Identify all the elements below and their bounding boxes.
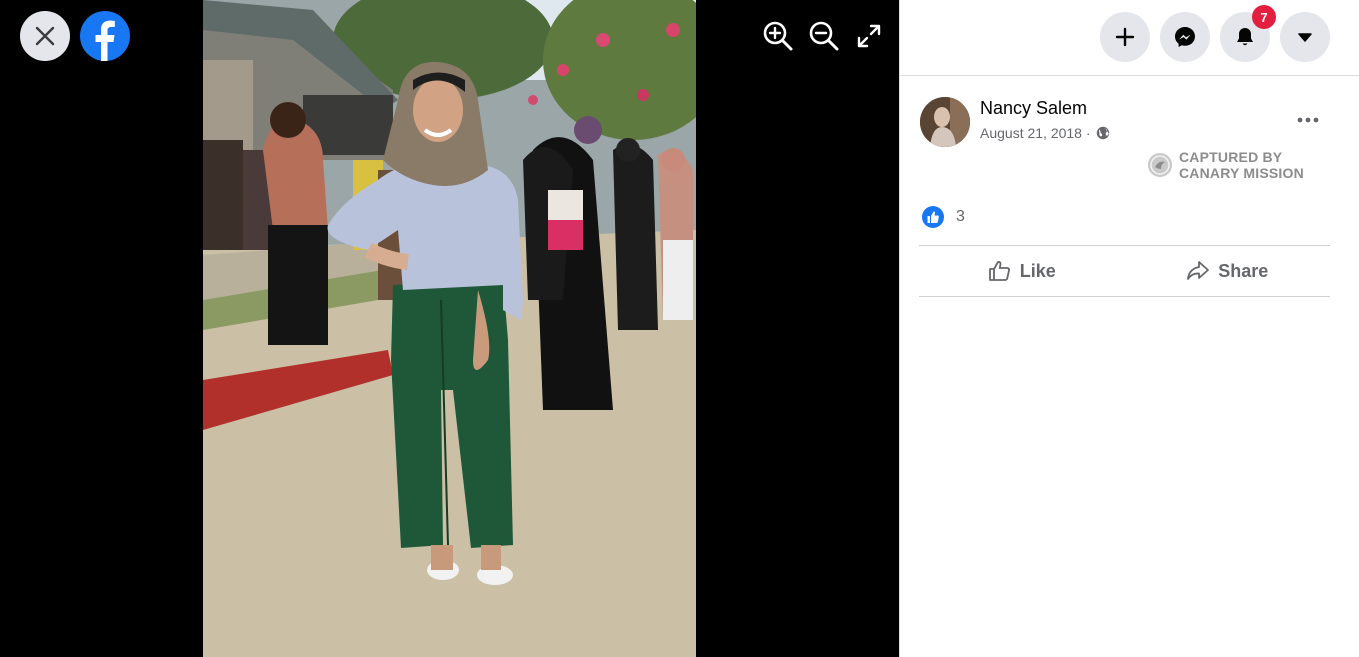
thumbs-up-icon [988, 261, 1010, 281]
fullscreen-icon [857, 24, 881, 48]
reaction-count: 3 [956, 208, 965, 225]
author-avatar[interactable] [920, 97, 970, 147]
reactions-summary[interactable]: 3 [922, 206, 965, 228]
facebook-logo[interactable] [80, 11, 130, 61]
zoom-out-icon [809, 21, 839, 51]
post-actions-bar: Like Share [919, 245, 1330, 297]
like-button[interactable]: Like [919, 246, 1125, 296]
post-options-button[interactable] [1290, 102, 1326, 138]
share-button[interactable]: Share [1125, 246, 1331, 296]
capture-watermark: CAPTURED BY CANARY MISSION [1147, 149, 1304, 181]
post-author-name[interactable]: Nancy Salem [980, 98, 1087, 119]
photo-viewer [0, 0, 899, 657]
chevron-down-icon [1298, 33, 1312, 42]
avatar-image [920, 97, 970, 147]
facebook-f-icon [95, 20, 115, 61]
watermark-text: CAPTURED BY CANARY MISSION [1179, 149, 1304, 181]
create-icon [1115, 27, 1135, 47]
post-photo[interactable] [203, 0, 696, 657]
notification-count-badge: 7 [1252, 5, 1276, 29]
messenger-icon [1175, 27, 1195, 47]
watermark-line-2: CANARY MISSION [1179, 165, 1304, 181]
share-icon [1187, 261, 1210, 280]
photo-image [203, 0, 696, 657]
like-reaction-icon [922, 206, 944, 228]
globe-icon [1096, 126, 1109, 140]
account-menu-button[interactable] [1280, 12, 1330, 62]
post-date[interactable]: August 21, 2018 · [980, 125, 1091, 141]
top-navigation-bar: 7 [900, 0, 1359, 76]
close-button[interactable] [20, 11, 70, 61]
canary-mission-logo [1148, 153, 1172, 177]
notifications-icon [1237, 28, 1253, 46]
close-icon [35, 26, 55, 46]
watermark-line-1: CAPTURED BY [1179, 149, 1283, 165]
post-side-panel: 7 Nancy Salem August 21, 2018 · CAPTURED… [899, 0, 1359, 657]
share-label: Share [1218, 260, 1269, 281]
post-meta: August 21, 2018 · [980, 125, 1110, 141]
fullscreen-button[interactable] [851, 18, 887, 54]
more-options-icon [1297, 117, 1319, 123]
like-label: Like [1019, 260, 1056, 281]
messenger-button[interactable] [1160, 12, 1210, 62]
zoom-in-icon [763, 21, 793, 51]
zoom-out-button[interactable] [806, 18, 842, 54]
zoom-in-button[interactable] [760, 18, 796, 54]
create-button[interactable] [1100, 12, 1150, 62]
